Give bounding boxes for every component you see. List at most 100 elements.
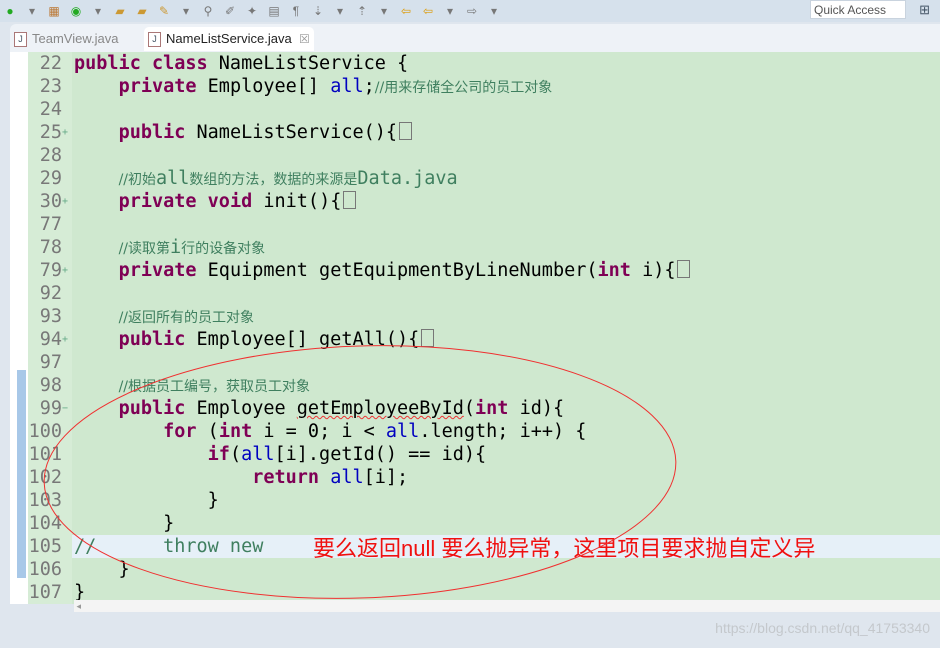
quick-access-input[interactable]: Quick Access — [810, 0, 906, 19]
line-number: 105 — [28, 536, 62, 557]
code-line[interactable]: 102 return all[i]; — [10, 466, 940, 489]
code-token: ( — [463, 398, 475, 419]
code-line[interactable]: 101 if(all[i].getId() == id){ — [10, 443, 940, 466]
code-line[interactable]: 98 //根据员工编号，获取员工对象 — [10, 374, 940, 397]
code-token: public — [118, 122, 197, 143]
code-token: public — [118, 329, 197, 350]
back-icon[interactable]: ⇦ — [420, 4, 436, 18]
code-token: //初始 — [118, 172, 156, 188]
expand-fold-icon[interactable]: + — [62, 259, 68, 282]
pin-icon[interactable]: ⚲ — [200, 4, 216, 18]
dropdown-icon[interactable]: ▾ — [24, 4, 40, 18]
line-number: 101 — [28, 444, 62, 465]
code-line[interactable]: 22 public class NameListService { — [10, 52, 940, 75]
line-number: 25 — [39, 122, 62, 143]
block-icon[interactable]: ▤ — [266, 4, 282, 18]
code-token: //返回所有的员工对象 — [118, 310, 254, 326]
code-token: NameListService(){ — [196, 122, 398, 143]
last-edit-icon[interactable]: ⇦ — [398, 4, 414, 18]
annotation-icon[interactable]: ✦ — [244, 4, 260, 18]
mark-icon[interactable]: ✐ — [222, 4, 238, 18]
folded-code-icon[interactable] — [343, 191, 357, 209]
new-class-icon[interactable]: ◉ — [68, 4, 84, 18]
code-token: // throw new — [74, 536, 264, 557]
code-token: i){ — [642, 260, 676, 281]
code-token: .length; i++) { — [419, 421, 587, 442]
expand-fold-icon[interactable]: + — [62, 190, 68, 213]
code-editor[interactable]: 22 public class NameListService {23 priva… — [10, 52, 940, 612]
horizontal-scrollbar[interactable]: ◂ — [74, 600, 940, 612]
code-line[interactable]: 97 — [10, 351, 940, 374]
collapse-fold-icon[interactable]: − — [62, 397, 68, 420]
code-token: all — [330, 467, 364, 488]
code-line[interactable]: 94 + public Employee[] getAll(){ — [10, 328, 940, 351]
code-token: [i]; — [363, 467, 409, 488]
next-annotation-icon[interactable]: ⇣ — [310, 4, 326, 18]
code-token: [i].getId() == id){ — [274, 444, 487, 465]
code-text: // throw new — [74, 535, 263, 558]
folded-code-icon[interactable] — [421, 329, 435, 347]
code-token: int — [475, 398, 520, 419]
line-number: 28 — [39, 145, 62, 166]
code-line[interactable]: 92 — [10, 282, 940, 305]
folded-code-icon[interactable] — [677, 260, 691, 278]
line-number: 103 — [28, 490, 62, 511]
line-number: 104 — [28, 513, 62, 534]
code-line[interactable]: 23 private Employee[] all;//用来存储全公司的员工对象 — [10, 75, 940, 98]
run-icon[interactable]: ● — [2, 4, 18, 18]
code-line[interactable]: 78 //读取第i行的设备对象 — [10, 236, 940, 259]
expand-fold-icon[interactable]: + — [62, 121, 68, 144]
code-line[interactable]: 25 + public NameListService(){ — [10, 121, 940, 144]
code-text: //根据员工编号，获取员工对象 — [74, 374, 310, 399]
expand-fold-icon[interactable]: + — [62, 328, 68, 351]
forward-icon[interactable]: ⇨ — [464, 4, 480, 18]
dropdown-icon[interactable]: ▾ — [486, 4, 502, 18]
search-icon[interactable]: ✎ — [156, 4, 172, 18]
dropdown-icon[interactable]: ▾ — [376, 4, 392, 18]
code-token: int — [218, 421, 264, 442]
code-line[interactable]: 29 //初始all数组的方法，数据的来源是Data.java — [10, 167, 940, 190]
code-token: all — [241, 444, 275, 465]
line-number: 23 — [39, 76, 62, 97]
open-folder-icon[interactable]: ▰ — [134, 4, 150, 18]
code-line[interactable]: 77 — [10, 213, 940, 236]
code-line[interactable]: 100 for (int i = 0; i < all.length; i++)… — [10, 420, 940, 443]
dropdown-icon[interactable]: ▾ — [90, 4, 106, 18]
code-token: return — [252, 467, 331, 488]
code-token: ( — [207, 421, 219, 442]
code-token: i — [170, 237, 182, 258]
line-number: 107 — [28, 582, 62, 603]
perspective-icon[interactable]: ⊞ — [919, 2, 930, 18]
code-line[interactable]: 24 — [10, 98, 940, 121]
code-token: //用来存储全公司的员工对象 — [374, 80, 553, 96]
open-type-icon[interactable]: ▰ — [112, 4, 128, 18]
tab-teamview[interactable]: J TeamView.java — [10, 27, 118, 51]
code-line[interactable]: 30 + private void init(){ — [10, 190, 940, 213]
code-line[interactable]: 93 //返回所有的员工对象 — [10, 305, 940, 328]
code-token: for — [163, 421, 208, 442]
code-token: } — [74, 513, 175, 534]
line-number: 78 — [39, 237, 62, 258]
tab-namelistservice[interactable]: J NameListService.java ☒ — [144, 27, 314, 51]
code-text: private Equipment getEquipmentByLineNumb… — [74, 259, 691, 282]
code-line[interactable]: 103 } — [10, 489, 940, 512]
new-package-icon[interactable]: ▦ — [46, 4, 62, 18]
dropdown-icon[interactable]: ▾ — [332, 4, 348, 18]
line-number: 93 — [39, 306, 62, 327]
code-line[interactable]: 28 — [10, 144, 940, 167]
dropdown-icon[interactable]: ▾ — [442, 4, 458, 18]
whitespace-icon[interactable]: ¶ — [288, 4, 304, 18]
dropdown-icon[interactable]: ▾ — [178, 4, 194, 18]
code-token: Equipment getEquipmentByLineNumber( — [207, 260, 598, 281]
code-line[interactable]: 79 + private Equipment getEquipmentByLine… — [10, 259, 940, 282]
prev-annotation-icon[interactable]: ⇡ — [354, 4, 370, 18]
code-line[interactable]: 99− public Employee getEmployeeById(int … — [10, 397, 940, 420]
close-tab-icon[interactable]: ☒ — [299, 27, 310, 51]
folded-code-icon[interactable] — [399, 122, 413, 140]
